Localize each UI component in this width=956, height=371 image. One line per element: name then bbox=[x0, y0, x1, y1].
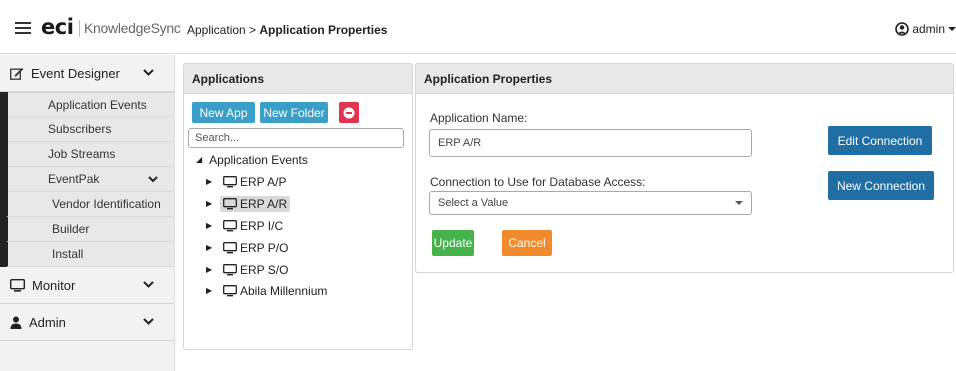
sidebar-item-subscribers[interactable]: Subscribers bbox=[8, 117, 174, 142]
caret-down-icon bbox=[948, 27, 956, 31]
sidebar-item-label: Subscribers bbox=[48, 122, 112, 136]
caret-down-icon bbox=[735, 201, 743, 205]
expand-icon[interactable]: ▶ bbox=[206, 265, 220, 274]
tree-node-erp-ap[interactable]: ▶ ERP A/P bbox=[206, 172, 289, 191]
edit-icon bbox=[10, 67, 24, 80]
sidebar-item-label: Job Streams bbox=[48, 147, 116, 161]
sidebar-item-label: Application Events bbox=[48, 97, 147, 112]
minus-circle-icon bbox=[343, 107, 355, 118]
expand-icon[interactable]: ▶ bbox=[206, 199, 220, 208]
applications-panel: Applications New App New Folder ◢ Applica… bbox=[183, 63, 413, 350]
monitor-icon bbox=[223, 175, 237, 187]
user-icon bbox=[10, 316, 22, 329]
application-properties-title: Application Properties bbox=[416, 64, 953, 94]
sidebar-item-label: EventPak bbox=[48, 172, 100, 186]
sidebar-monitor-label: Monitor bbox=[32, 277, 76, 293]
sidebar-item-vendor-identification[interactable]: Vendor Identification bbox=[6, 192, 174, 217]
logo-divider bbox=[79, 20, 80, 37]
sidebar-event-designer-label: Event Designer bbox=[31, 65, 120, 81]
monitor-icon bbox=[223, 219, 237, 231]
monitor-icon bbox=[223, 263, 237, 275]
update-button[interactable]: Update bbox=[432, 230, 474, 256]
brand-logo: eci bbox=[41, 15, 74, 39]
expand-icon[interactable]: ▶ bbox=[206, 243, 220, 252]
sidebar-item-eventpak[interactable]: EventPak bbox=[8, 167, 174, 192]
sidebar-event-designer[interactable]: Event Designer bbox=[0, 55, 174, 92]
expand-icon[interactable]: ▶ bbox=[206, 221, 220, 230]
tree-node-erp-so[interactable]: ▶ ERP S/O bbox=[206, 260, 291, 279]
tree-node-erp-po[interactable]: ▶ ERP P/O bbox=[206, 238, 291, 257]
menu-icon[interactable] bbox=[15, 22, 31, 34]
sidebar-item-install[interactable]: Install bbox=[6, 242, 174, 267]
tree-node-erp-ic[interactable]: ▶ ERP I/C bbox=[206, 216, 286, 235]
application-properties-panel: Application Properties Application Name:… bbox=[415, 63, 954, 273]
monitor-icon bbox=[10, 278, 25, 292]
sidebar-item-builder[interactable]: Builder bbox=[6, 217, 174, 242]
tree-node-label: ERP A/R bbox=[240, 196, 288, 211]
expand-icon[interactable]: ▶ bbox=[206, 286, 220, 295]
connection-select[interactable]: Select a Value bbox=[429, 191, 752, 215]
tree-root-label: Application Events bbox=[209, 153, 308, 167]
chevron-down-icon bbox=[143, 69, 154, 76]
chevron-down-icon bbox=[143, 318, 154, 325]
chevron-down-icon bbox=[143, 281, 154, 288]
monitor-icon bbox=[223, 284, 237, 296]
application-name-label: Application Name: bbox=[430, 111, 528, 125]
chevron-down-icon bbox=[148, 176, 158, 183]
breadcrumb-parent[interactable]: Application > bbox=[187, 23, 256, 37]
tree-node-label: Abila Millennium bbox=[240, 283, 328, 298]
tree-root[interactable]: ◢ Application Events bbox=[196, 153, 308, 167]
tree-node-abila-millennium[interactable]: ▶ Abila Millennium bbox=[206, 281, 330, 300]
collapse-icon[interactable]: ◢ bbox=[196, 155, 202, 164]
tree-node-erp-ar[interactable]: ▶ ERP A/R bbox=[206, 194, 291, 213]
applications-panel-title: Applications bbox=[184, 64, 412, 94]
new-connection-button[interactable]: New Connection bbox=[828, 171, 934, 200]
product-name: KnowledgeSync bbox=[84, 20, 181, 36]
connection-label: Connection to Use for Database Access: bbox=[430, 175, 646, 189]
edit-connection-button[interactable]: Edit Connection bbox=[828, 126, 932, 155]
breadcrumb: Application > Application Properties bbox=[187, 23, 387, 37]
tree-node-label: ERP S/O bbox=[240, 262, 289, 277]
event-designer-submenu: Application Events Subscribers Job Strea… bbox=[0, 92, 174, 267]
monitor-icon bbox=[223, 241, 237, 253]
application-name-input[interactable] bbox=[429, 129, 752, 157]
search-input[interactable] bbox=[188, 128, 404, 148]
connection-select-value: Select a Value bbox=[438, 197, 509, 209]
sidebar-item-label: Install bbox=[52, 247, 84, 261]
breadcrumb-current: Application Properties bbox=[259, 23, 388, 37]
new-app-button[interactable]: New App bbox=[192, 102, 255, 123]
sidebar: Event Designer Application Events Subscr… bbox=[0, 55, 175, 371]
new-folder-button[interactable]: New Folder bbox=[260, 102, 328, 123]
tree-node-label: ERP A/P bbox=[240, 174, 287, 189]
sidebar-item-job-streams[interactable]: Job Streams bbox=[8, 142, 174, 167]
sidebar-admin[interactable]: Admin bbox=[0, 304, 174, 341]
sidebar-item-label: Vendor Identification bbox=[52, 197, 161, 211]
delete-button[interactable] bbox=[339, 102, 359, 123]
user-icon bbox=[895, 22, 910, 36]
tree-node-label: ERP P/O bbox=[240, 240, 289, 255]
sidebar-admin-label: Admin bbox=[29, 314, 66, 330]
monitor-icon bbox=[223, 197, 237, 209]
top-bar: eci KnowledgeSync Application > Applicat… bbox=[0, 0, 956, 54]
sidebar-item-label: Builder bbox=[52, 222, 90, 236]
user-menu[interactable]: admin bbox=[895, 22, 956, 36]
user-name: admin bbox=[912, 22, 945, 36]
tree-node-label: ERP I/C bbox=[240, 218, 284, 233]
sidebar-monitor[interactable]: Monitor bbox=[0, 267, 174, 304]
expand-icon[interactable]: ▶ bbox=[206, 177, 220, 186]
sidebar-item-application-events[interactable]: Application Events bbox=[8, 92, 174, 117]
cancel-button[interactable]: Cancel bbox=[502, 230, 552, 256]
